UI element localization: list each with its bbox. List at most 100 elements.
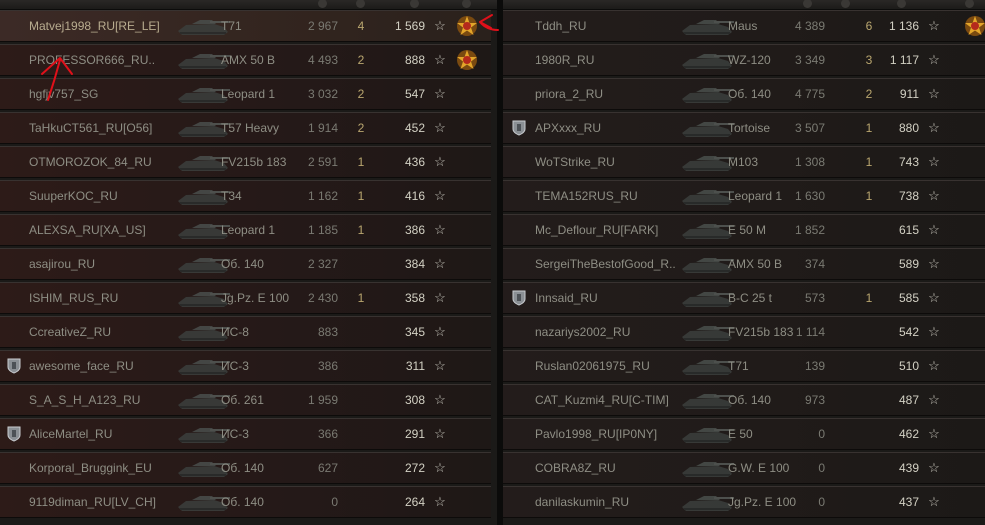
player-row[interactable]: ISHIM_RUS_RU Jg.Pz. E 100 2 430 1 358 ☆: [0, 282, 491, 314]
player-row[interactable]: APXxxx_RU Tortoise 3 507 1 880 ☆: [503, 112, 985, 144]
xp-value: 743: [898, 155, 919, 169]
player-name[interactable]: ALEXSA_RU[XA_US]: [29, 215, 179, 245]
player-row[interactable]: Tddh_RU Maus 4 389 6 1 136 ☆: [503, 10, 985, 42]
player-row[interactable]: PROFESSOR666_RU.. AMX 50 B4 493 2 888 ☆: [0, 44, 491, 76]
player-name[interactable]: SuuperKOC_RU: [29, 181, 179, 211]
player-row[interactable]: CcreativeZ_RU ИС-8 883 345 ☆: [0, 316, 491, 348]
player-name[interactable]: S_A_S_H_A123_RU: [29, 385, 179, 415]
player-row[interactable]: TEMA152RUS_RU Leopard 11 630 1 738 ☆: [503, 180, 985, 212]
star-icon: ☆: [434, 18, 446, 33]
header-xp-icon[interactable]: [410, 0, 419, 8]
xp-value: 291: [404, 427, 425, 441]
player-row[interactable]: danilaskumin_RU Jg.Pz. E 100 0 437 ☆: [503, 486, 985, 518]
player-row[interactable]: SuuperKOC_RU T34 1 162 1 416 ☆: [0, 180, 491, 212]
player-name[interactable]: asajirou_RU: [29, 249, 179, 279]
medal-icon[interactable]: [963, 14, 985, 38]
damage-value: 3 507: [794, 121, 825, 135]
damage-value: 366: [317, 427, 338, 441]
player-name[interactable]: 1980R_RU: [535, 45, 685, 75]
player-name[interactable]: WoTStrike_RU: [535, 147, 685, 177]
player-name[interactable]: Ruslan02061975_RU: [535, 351, 685, 381]
player-row[interactable]: AliceMartel_RU ИС-3 366 291 ☆: [0, 418, 491, 450]
star-icon: ☆: [928, 460, 940, 475]
player-name[interactable]: Pavlo1998_RU[IP0NY]: [535, 419, 685, 449]
player-row[interactable]: nazariys2002_RU FV215b 183 1 114 542 ☆: [503, 316, 985, 348]
player-row[interactable]: Mc_Deflour_RU[FARK] E 50 M1 852 615 ☆: [503, 214, 985, 246]
platoon-shield-icon: [512, 290, 526, 306]
player-row[interactable]: Korporal_Bruggink_EU Об. 140 627 272 ☆: [0, 452, 491, 484]
medal-icon[interactable]: [455, 14, 479, 38]
player-name[interactable]: ISHIM_RUS_RU: [29, 283, 179, 313]
player-name[interactable]: SergeiTheBestofGood_R..: [535, 249, 685, 279]
star-icon: ☆: [434, 358, 446, 373]
frags-value: 2: [357, 121, 365, 135]
frags-value: 2: [357, 87, 365, 101]
player-name[interactable]: danilaskumin_RU: [535, 487, 685, 517]
player-row[interactable]: priora_2_RU Об. 140 4 775 2 911 ☆: [503, 78, 985, 110]
player-row[interactable]: S_A_S_H_A123_RU Об. 261 1 959 308 ☆: [0, 384, 491, 416]
header-frags-icon[interactable]: [841, 0, 850, 8]
star-icon: ☆: [434, 188, 446, 203]
xp-value: 1 136: [888, 19, 919, 33]
header-damage-icon[interactable]: [803, 0, 812, 8]
header-xp-icon[interactable]: [897, 0, 906, 8]
player-name[interactable]: AliceMartel_RU: [29, 419, 179, 449]
star-icon: ☆: [434, 392, 446, 407]
damage-value: 386: [317, 359, 338, 373]
frags-value: 1: [357, 223, 365, 237]
player-row[interactable]: 9119diman_RU[LV_CH] Об. 140 0 264 ☆: [0, 486, 491, 518]
xp-value: 589: [898, 257, 919, 271]
player-row[interactable]: Pavlo1998_RU[IP0NY] E 50 0 462 ☆: [503, 418, 985, 450]
player-row[interactable]: TaHkuCT561_RU[O56] T57 Heavy 1 914 2 452 ☆: [0, 112, 491, 144]
player-name[interactable]: awesome_face_RU: [29, 351, 179, 381]
left-team-header: [0, 0, 497, 10]
player-row[interactable]: asajirou_RU Об. 140 2 327 384 ☆: [0, 248, 491, 280]
player-name[interactable]: CcreativeZ_RU: [29, 317, 179, 347]
player-row[interactable]: 1980R_RU WZ-120 3 349 3 1 117 ☆: [503, 44, 985, 76]
header-damage-icon[interactable]: [318, 0, 327, 8]
player-name[interactable]: hgfjv757_SG: [29, 79, 179, 109]
header-medal-icon[interactable]: [965, 0, 974, 8]
header-frags-icon[interactable]: [356, 0, 365, 8]
header-medal-icon[interactable]: [462, 0, 471, 8]
player-row[interactable]: COBRA8Z_RU G.W. E 100 0 439 ☆: [503, 452, 985, 484]
player-row[interactable]: ALEXSA_RU[XA_US] Leopard 11 185 1 386 ☆: [0, 214, 491, 246]
player-row[interactable]: Innsaid_RU B-C 25 t 573 1 585 ☆: [503, 282, 985, 314]
player-row[interactable]: SergeiTheBestofGood_R.. AMX 50 B 374 589 ☆: [503, 248, 985, 280]
player-name[interactable]: Korporal_Bruggink_EU: [29, 453, 179, 483]
player-row[interactable]: WoTStrike_RU M103 1 308 1 743 ☆: [503, 146, 985, 178]
player-name[interactable]: Tddh_RU: [535, 11, 685, 41]
player-name[interactable]: PROFESSOR666_RU..: [29, 45, 179, 75]
player-row[interactable]: awesome_face_RU ИС-3 386 311 ☆: [0, 350, 491, 382]
player-row[interactable]: Matvej1998_RU[RE_LE] T71 2 967 4 1 569 ☆: [0, 10, 491, 42]
damage-value: 2 591: [307, 155, 338, 169]
player-name[interactable]: OTMOROZOK_84_RU: [29, 147, 179, 177]
star-icon: ☆: [928, 324, 940, 339]
player-name[interactable]: 9119diman_RU[LV_CH]: [29, 487, 179, 517]
star-icon: ☆: [434, 222, 446, 237]
xp-value: 888: [404, 53, 425, 67]
player-name[interactable]: Matvej1998_RU[RE_LE]: [29, 11, 179, 41]
player-name[interactable]: TaHkuCT561_RU[O56]: [29, 113, 179, 143]
star-icon: ☆: [928, 18, 940, 33]
player-name[interactable]: CAT_Kuzmi4_RU[C-TIM]: [535, 385, 685, 415]
player-row[interactable]: OTMOROZOK_84_RU FV215b 183 2 591 1 436 ☆: [0, 146, 491, 178]
xp-value: 384: [404, 257, 425, 271]
player-name[interactable]: COBRA8Z_RU: [535, 453, 685, 483]
player-row[interactable]: CAT_Kuzmi4_RU[C-TIM] Об. 140 973 487 ☆: [503, 384, 985, 416]
player-name[interactable]: TEMA152RUS_RU: [535, 181, 685, 211]
player-name[interactable]: nazariys2002_RU: [535, 317, 685, 347]
player-row[interactable]: hgfjv757_SG Leopard 13 032 2 547 ☆: [0, 78, 491, 110]
player-name[interactable]: APXxxx_RU: [535, 113, 685, 143]
xp-value: 452: [404, 121, 425, 135]
xp-value: 880: [898, 121, 919, 135]
star-icon: ☆: [434, 290, 446, 305]
damage-value: 2 327: [307, 257, 338, 271]
star-icon: ☆: [928, 494, 940, 509]
player-row[interactable]: Ruslan02061975_RU T71 139 510 ☆: [503, 350, 985, 382]
player-name[interactable]: Innsaid_RU: [535, 283, 685, 313]
medal-icon[interactable]: [455, 48, 479, 72]
damage-value: 1 630: [794, 189, 825, 203]
player-name[interactable]: priora_2_RU: [535, 79, 685, 109]
player-name[interactable]: Mc_Deflour_RU[FARK]: [535, 215, 685, 245]
